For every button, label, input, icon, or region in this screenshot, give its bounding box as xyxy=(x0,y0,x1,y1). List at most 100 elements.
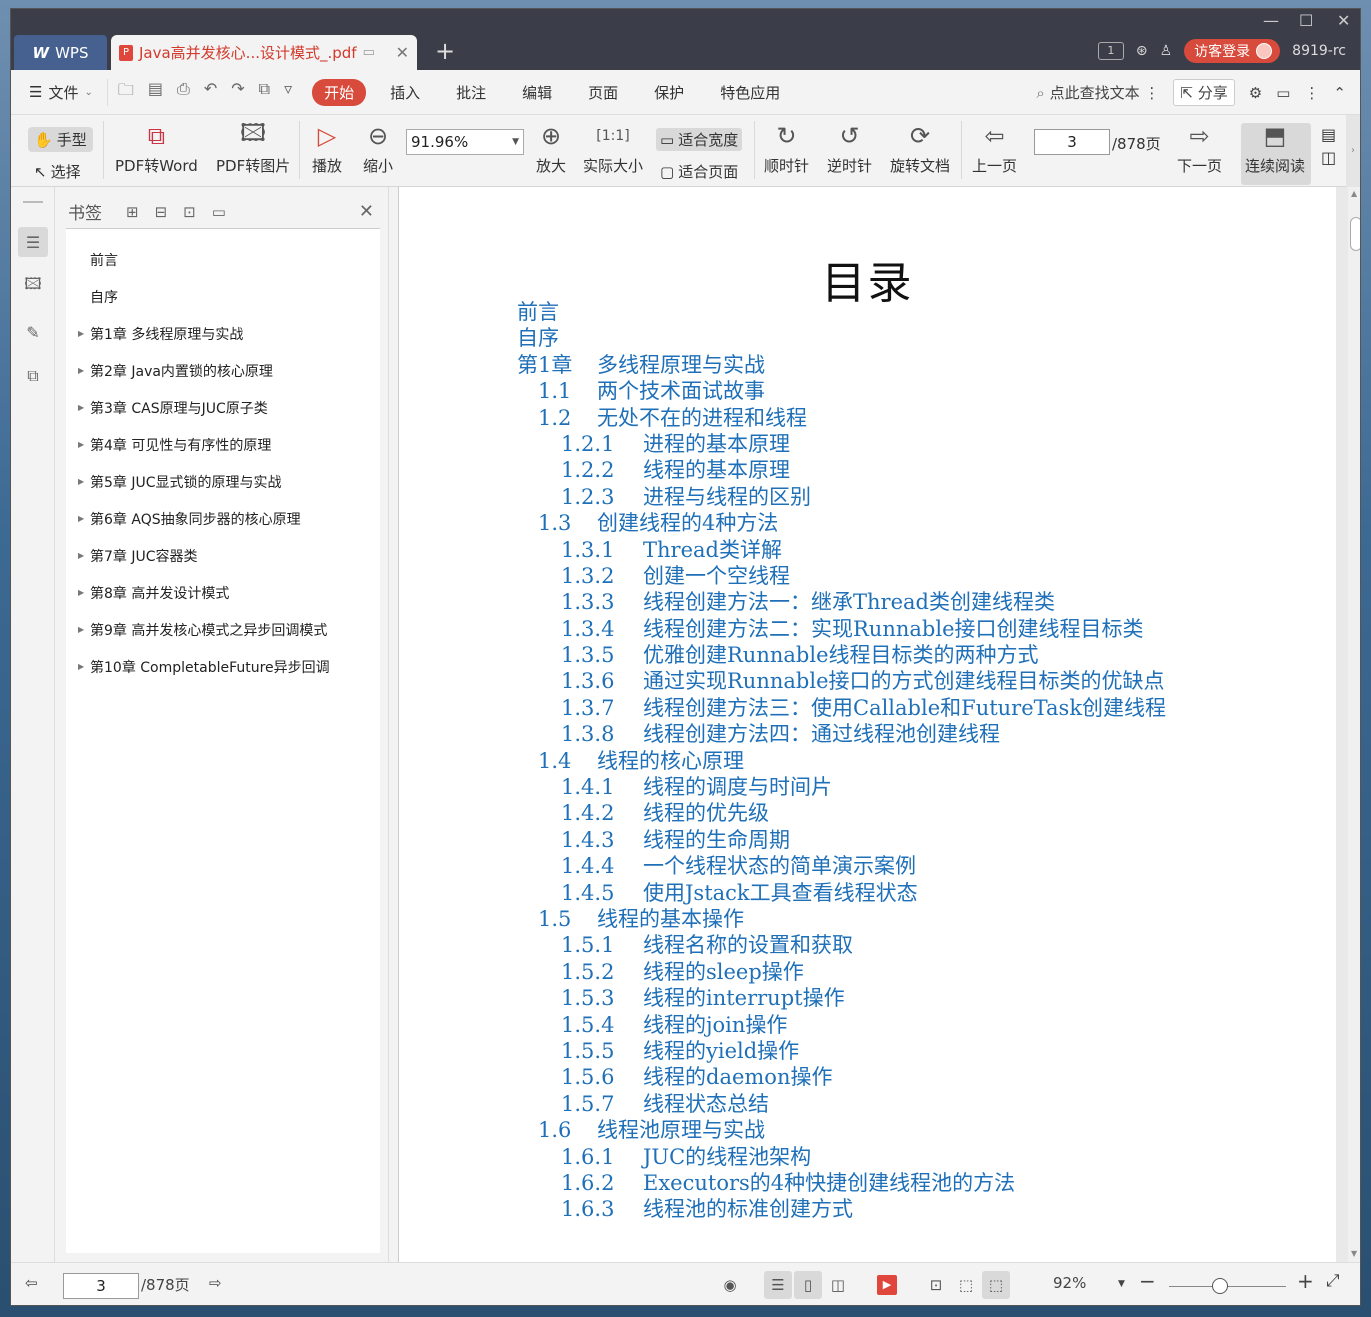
more-dots-icon[interactable]: ⋮ xyxy=(1304,84,1319,102)
monitor-icon[interactable]: ▭ xyxy=(363,45,375,60)
expand-arrow-icon[interactable]: ▶ xyxy=(78,440,90,449)
bookmark-item[interactable]: ▶ 第10章 CompletableFuture异步回调 xyxy=(66,648,380,685)
save-icon[interactable]: ▤ xyxy=(148,79,163,106)
toc-entry[interactable]: 1.5.1 线程名称的设置和获取 xyxy=(517,932,1166,958)
double-page-icon[interactable]: ◫ xyxy=(1321,148,1336,167)
expand-arrow-icon[interactable]: ▶ xyxy=(78,514,90,523)
zoom-in-button[interactable]: ⊕ 放大 xyxy=(536,121,566,176)
zoom-minus-icon[interactable]: − xyxy=(1139,1269,1156,1293)
page-number-input[interactable]: 3 xyxy=(1034,129,1110,155)
find-text-button[interactable]: ⌕ 点此查找文本 ⋮ xyxy=(1036,82,1159,103)
zoom-select[interactable]: 91.96% ▼ xyxy=(406,129,524,155)
skin-icon[interactable]: ⊛ xyxy=(1136,43,1148,59)
menu-tab-special[interactable]: 特色应用 xyxy=(720,82,780,103)
bookmark-item[interactable]: 自序 xyxy=(66,278,380,315)
toc-entry[interactable]: 1.3.1 Thread类详解 xyxy=(517,537,1166,563)
toc-entry[interactable]: 1.5.3 线程的interrupt操作 xyxy=(517,985,1166,1011)
expand-arrow-icon[interactable]: ▶ xyxy=(78,477,90,486)
collapse-all-icon[interactable]: ⊟ xyxy=(155,203,168,221)
continuous-read-button-content[interactable]: ⬒ 连续阅读 xyxy=(1245,121,1305,176)
annotation-icon[interactable]: ✎ xyxy=(18,317,48,347)
toc-entry[interactable]: 前言 xyxy=(517,299,1166,325)
select-tool-button[interactable]: ↖ 选择 xyxy=(34,161,81,182)
single-page-view-icon[interactable]: ▯ xyxy=(794,1271,822,1299)
export-image-icon[interactable]: ⧉ xyxy=(259,79,270,106)
expand-arrow-icon[interactable]: ▶ xyxy=(78,588,90,597)
previous-page-button[interactable]: ⇦ 上一页 xyxy=(972,121,1017,176)
zoom-dropdown-icon[interactable]: ▼ xyxy=(1118,1279,1125,1289)
hand-tool-button[interactable]: ✋ 手型 xyxy=(28,127,93,152)
fit-page-status-icon[interactable]: ⬚ xyxy=(952,1271,980,1299)
document-viewport[interactable]: 目录 前言 自序 第1章 多线程原理与实战 1.1 两个技术面试故事 1.2 无处不在的进程和… xyxy=(398,187,1348,1262)
toc-entry[interactable]: 1.6 线程池原理与实战 xyxy=(517,1117,1166,1143)
rotate-clockwise-button[interactable]: ↻ 顺时针 xyxy=(764,121,809,176)
fullscreen-icon[interactable]: ⤢ xyxy=(1326,1271,1340,1291)
panel-resize-handle[interactable] xyxy=(388,187,398,1262)
scrollbar-thumb[interactable] xyxy=(1350,217,1360,251)
new-tab-plus-icon[interactable]: + xyxy=(435,37,455,65)
toc-entry[interactable]: 1.2.2 线程的基本原理 xyxy=(517,457,1166,483)
toc-entry[interactable]: 1.5.5 线程的yield操作 xyxy=(517,1038,1166,1064)
eye-protection-icon[interactable]: ◉ xyxy=(716,1271,744,1299)
bookmark-item[interactable]: ▶ 第4章 可见性与有序性的原理 xyxy=(66,426,380,463)
thumbnail-icon[interactable]: 🖾 xyxy=(18,271,48,301)
expand-all-icon[interactable]: ⊞ xyxy=(126,203,139,221)
toc-entry[interactable]: 1.3.3 线程创建方法一：继承Thread类创建线程类 xyxy=(517,589,1166,615)
vertical-scrollbar[interactable]: ▲ ▼ xyxy=(1348,187,1360,1262)
prev-page-arrow-icon[interactable]: ⇦ xyxy=(25,1274,38,1292)
next-page-button[interactable]: ⇨ 下一页 xyxy=(1177,121,1222,176)
continuous-view-icon[interactable]: ☰ xyxy=(764,1271,792,1299)
toc-entry[interactable]: 1.4.2 线程的优先级 xyxy=(517,800,1166,826)
toc-entry[interactable]: 1.4.4 一个线程状态的简单演示案例 xyxy=(517,853,1166,879)
toc-entry[interactable]: 1.3.8 线程创建方法四：通过线程池创建线程 xyxy=(517,721,1166,747)
add-bookmark-icon[interactable]: ⊡ xyxy=(183,203,196,221)
tab-count-badge[interactable]: 1 xyxy=(1097,42,1124,60)
toc-entry[interactable]: 1.2.1 进程的基本原理 xyxy=(517,431,1166,457)
zoom-plus-icon[interactable]: + xyxy=(1297,1269,1314,1293)
toc-entry[interactable]: 1.2.3 进程与线程的区别 xyxy=(517,484,1166,510)
menu-tab-insert[interactable]: 插入 xyxy=(390,82,420,103)
bookmark-item[interactable]: 前言 xyxy=(66,241,380,278)
toc-entry[interactable]: 第1章 多线程原理与实战 xyxy=(517,352,1166,378)
toc-entry[interactable]: 1.3.5 优雅创建Runnable线程目标类的两种方式 xyxy=(517,642,1166,668)
share-button[interactable]: ⇱ 分享 xyxy=(1173,79,1235,106)
toc-entry[interactable]: 1.6.2 Executors的4种快捷创建线程池的方法 xyxy=(517,1170,1166,1196)
menu-tab-page[interactable]: 页面 xyxy=(588,82,618,103)
toc-entry[interactable]: 1.5.6 线程的daemon操作 xyxy=(517,1064,1166,1090)
scroll-up-icon[interactable]: ▲ xyxy=(1351,189,1357,198)
expand-arrow-icon[interactable]: ▶ xyxy=(78,551,90,560)
pdf-to-word-button[interactable]: ⧉ PDF转Word xyxy=(115,121,198,176)
toc-entry[interactable]: 1.5.7 线程状态总结 xyxy=(517,1091,1166,1117)
zoom-slider-knob[interactable] xyxy=(1212,1278,1228,1294)
expand-arrow-icon[interactable]: ▶ xyxy=(78,403,90,412)
bookmark-item[interactable]: ▶ 第2章 Java内置锁的核心原理 xyxy=(66,352,380,389)
shirt-icon[interactable]: ♙ xyxy=(1160,43,1173,59)
menu-tab-start[interactable]: 开始 xyxy=(312,78,367,106)
bookmark-icon[interactable]: ▭ xyxy=(212,203,226,221)
open-folder-icon[interactable]: 🗀 xyxy=(118,79,134,106)
next-page-arrow-icon[interactable]: ⇨ xyxy=(209,1274,222,1292)
maximize-icon[interactable]: ☐ xyxy=(1299,11,1313,30)
expand-arrow-icon[interactable]: ▶ xyxy=(78,662,90,671)
toc-entry[interactable]: 1.2 无处不在的进程和线程 xyxy=(517,405,1166,431)
menu-tab-annotate[interactable]: 批注 xyxy=(456,82,486,103)
pdf-to-image-button[interactable]: 🖾 PDF转图片 xyxy=(216,119,290,176)
toc-entry[interactable]: 1.3 创建线程的4种方法 xyxy=(517,510,1166,536)
fit-width-status-icon[interactable]: ⬚ xyxy=(982,1271,1010,1299)
file-menu[interactable]: ☰ 文件 ⌄ xyxy=(29,82,93,103)
bookmark-item[interactable]: ▶ 第1章 多线程原理与实战 xyxy=(66,315,380,352)
toc-entry[interactable]: 1.4 线程的核心原理 xyxy=(517,748,1166,774)
toc-entry[interactable]: 1.4.5 使用Jstack工具查看线程状态 xyxy=(517,880,1166,906)
bookmark-item[interactable]: ▶ 第3章 CAS原理与JUC原子类 xyxy=(66,389,380,426)
status-page-input[interactable]: 3 xyxy=(63,1273,139,1299)
zoom-out-button[interactable]: ⊖ 缩小 xyxy=(363,121,393,176)
actual-size-status-icon[interactable]: ⊡ xyxy=(922,1271,950,1299)
fit-page-button[interactable]: ▢ 适合页面 xyxy=(660,161,738,182)
chat-icon[interactable]: ▭ xyxy=(1276,84,1290,102)
rotate-document-button[interactable]: ⟳ 旋转文档 xyxy=(890,121,950,176)
play-button[interactable]: ▷ 播放 xyxy=(312,121,342,176)
close-panel-icon[interactable]: ✕ xyxy=(359,201,374,222)
expand-arrow-icon[interactable]: ▶ xyxy=(78,366,90,375)
more-dropdown-icon[interactable]: ▿ xyxy=(284,79,292,106)
toc-entry[interactable]: 1.4.3 线程的生命周期 xyxy=(517,827,1166,853)
